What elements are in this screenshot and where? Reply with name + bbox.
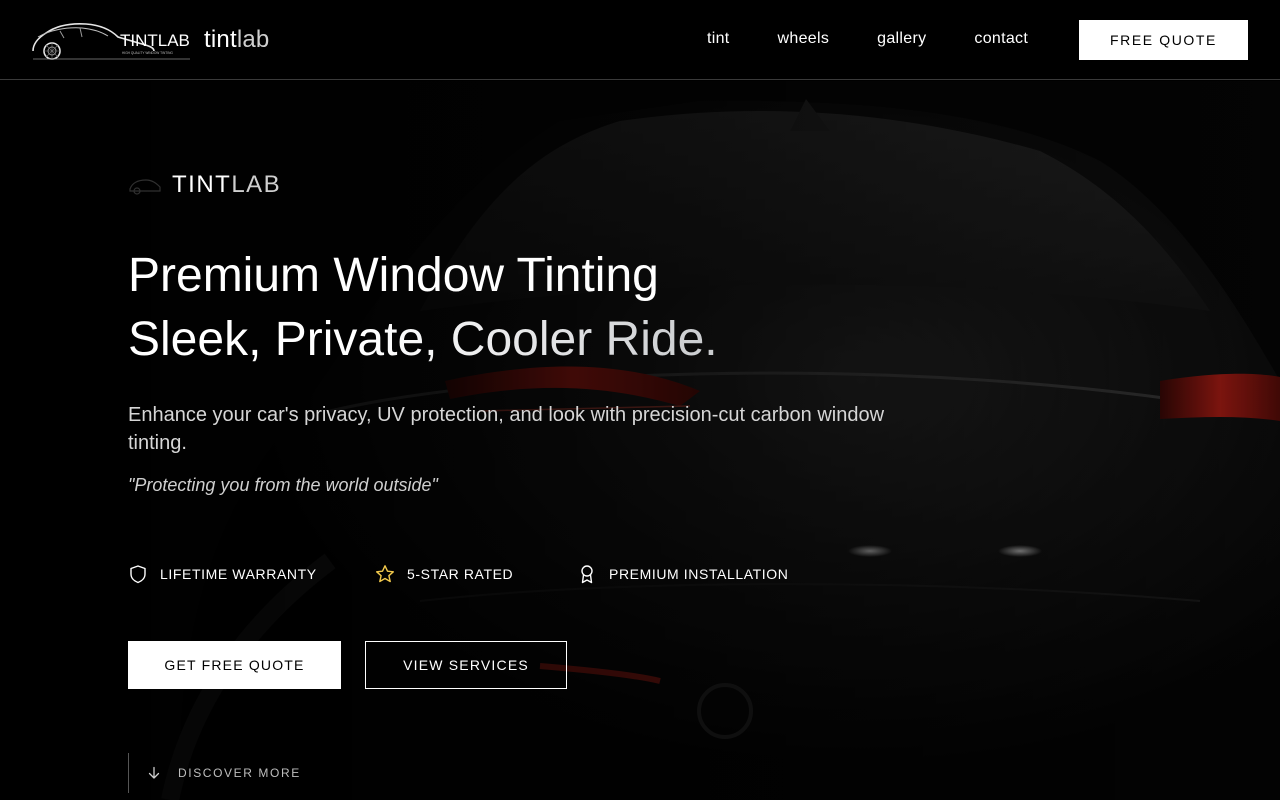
headline-line-1: Premium Window Tinting [128,249,659,302]
site-header: TINTLAB HIGH QUALITY WINDOW TINTING tint… [0,0,1280,80]
free-quote-button[interactable]: FREE QUOTE [1079,20,1248,60]
discover-more-link[interactable]: DISCOVER MORE [128,753,301,793]
feature-premium-installation: PREMIUM INSTALLATION [577,564,789,584]
logo-tagline: HIGH QUALITY WINDOW TINTING [122,51,173,55]
hero-brand-tint: TINT [172,171,232,198]
hero-tagline-quote: "Protecting you from the world outside" [128,475,438,495]
hero-brand-lab: LAB [231,171,282,198]
brand-home-link[interactable]: TINTLAB HIGH QUALITY WINDOW TINTING tint… [30,18,269,62]
logo-wordmark: TINTLAB [120,31,190,50]
shield-icon [130,565,146,584]
feature-5-star-rated: 5-STAR RATED [375,564,513,584]
main-nav: tint wheels gallery contact [707,30,1028,48]
tintlab-logo: TINTLAB HIGH QUALITY WINDOW TINTING [32,23,190,60]
headline-line-2: Sleek, Private, Cooler Ride. [128,308,718,372]
feature-lifetime-warranty: LIFETIME WARRANTY [128,564,317,584]
feature-label: PREMIUM INSTALLATION [609,566,789,582]
hero-description: Enhance your car's privacy, UV protectio… [128,404,885,454]
view-services-button[interactable]: VIEW SERVICES [365,641,567,689]
feature-list: LIFETIME WARRANTY 5-STAR RATED PREMIUM I… [128,564,828,586]
arrow-down-icon [148,766,160,779]
nav-item-gallery[interactable]: gallery [877,30,926,48]
car-mini-logo-icon [129,179,161,195]
get-free-quote-button[interactable]: GET FREE QUOTE [128,641,341,689]
brand-name-lab: lab [236,26,270,53]
nav-item-wheels[interactable]: wheels [778,30,830,48]
brand-name-tint: tint [204,26,237,53]
feature-label: LIFETIME WARRANTY [160,566,317,582]
feature-label: 5-STAR RATED [407,566,514,582]
nav-item-contact[interactable]: contact [974,30,1028,48]
hero-headline: Premium Window Tinting Sleek, Private, C… [128,244,718,372]
hero-section: TINTLAB Premium Window Tinting Sleek, Pr… [0,81,1280,800]
hero-brand: TINTLAB [128,171,281,199]
award-icon [581,565,593,584]
brand-name: tintlab [204,26,269,54]
nav-item-tint[interactable]: tint [707,30,730,48]
discover-more-label: DISCOVER MORE [178,766,301,780]
star-icon [376,565,394,583]
hero-brand-label: TINTLAB [172,171,281,199]
